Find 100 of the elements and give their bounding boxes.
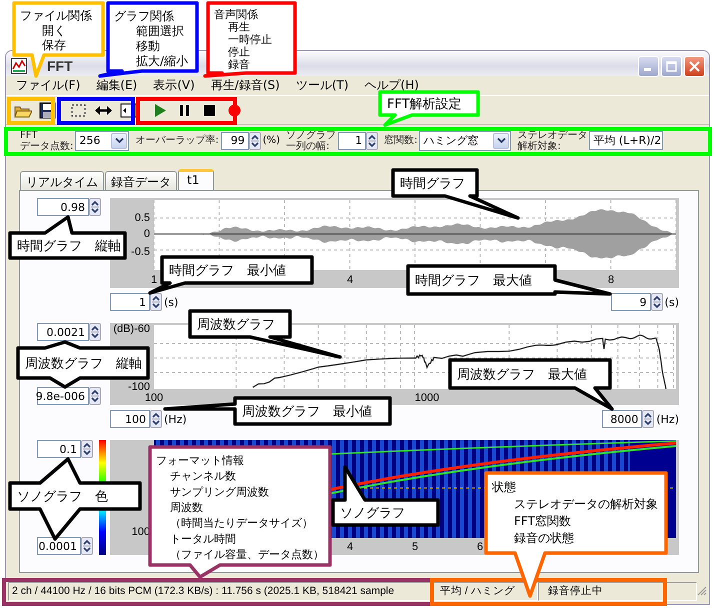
unit-label: (s)	[164, 296, 178, 308]
status-text: 2 ch / 44100 Hz / 16 bits PCM (172.3 KB/s) : 11.756 s (2025.1 KB, 518421 sample	[8, 582, 433, 600]
unit-label: (s)	[664, 296, 679, 308]
close-icon	[689, 60, 700, 72]
callout-text: 拡大/縮小	[136, 54, 188, 68]
spin-field[interactable]: 0.0001	[37, 537, 81, 555]
callout-text: チャンネル数	[170, 470, 236, 483]
spin-field[interactable]: 99	[220, 132, 249, 150]
callout-text: 一時停止	[228, 33, 272, 46]
axis-tick-label: 5	[412, 540, 418, 553]
axis-tick-label: 4	[346, 540, 354, 553]
status-text: 録音停止中	[538, 582, 697, 600]
callout-text: トータル時間	[170, 532, 236, 546]
spin-button[interactable]	[150, 410, 162, 428]
callout-text: 周波数グラフ 最小値	[242, 404, 372, 420]
axis-tick-label: 1	[150, 274, 158, 286]
spin-button[interactable]	[89, 198, 101, 216]
spin-button[interactable]	[89, 323, 101, 341]
app-icon	[11, 58, 27, 74]
spin-button[interactable]	[150, 293, 162, 311]
callout-text: FFT解析設定	[387, 97, 462, 112]
callout-text: ファイル関係	[20, 8, 92, 23]
spin-field[interactable]: 0.1	[37, 440, 81, 458]
chevron-down-icon	[496, 137, 506, 144]
tab[interactable]: リアルタイム	[20, 171, 104, 190]
callout-text: ステレオデータの解析対象	[514, 496, 658, 511]
callout-text: 停止	[228, 45, 250, 58]
callout-text: （時間当たりデータサイズ）	[170, 516, 313, 530]
callout-text: 時間グラフ 最小値	[169, 264, 286, 279]
resize-grip-icon[interactable]	[697, 586, 707, 596]
axis-tick-label: 8	[608, 274, 614, 286]
callout-text: 録音の状態	[514, 530, 574, 545]
menu-item[interactable]: ツール(T)	[288, 77, 357, 94]
unit-label: (%)	[262, 135, 280, 146]
spin-field[interactable]: 9	[610, 293, 651, 311]
callout-text: ソノグラフ	[340, 506, 405, 522]
field-label: ステレオデータ解析対象:	[517, 130, 588, 152]
spin-field[interactable]: 8000	[602, 410, 642, 428]
callout-text: 開く	[42, 23, 66, 38]
callout-text: グラフ関係	[114, 8, 174, 23]
callout-text: 周波数	[170, 501, 203, 514]
highlight-frame	[7, 97, 55, 125]
spin-field[interactable]: 1	[338, 132, 366, 150]
callout-text: 周波数グラフ 縦軸	[25, 356, 142, 372]
minimize-icon	[644, 68, 650, 70]
callout-text: 録音	[228, 58, 250, 71]
spin-button[interactable]	[366, 132, 378, 150]
callout-text: サンプリング周波数	[170, 485, 269, 498]
menu-item[interactable]: 表示(V)	[145, 77, 203, 94]
callout-text: フォーマット情報	[156, 454, 244, 467]
chevron-down-icon	[114, 137, 124, 144]
callout-text: 周波数グラフ	[197, 318, 275, 333]
callout-text: 時間グラフ	[400, 176, 465, 192]
unit-label: (Hz)	[656, 412, 679, 426]
menu-item[interactable]: ヘルプ(H)	[356, 77, 427, 94]
callout-text: 範囲選択	[136, 24, 184, 38]
spin-field[interactable]: 0.0021	[37, 323, 89, 341]
spin-button[interactable]	[248, 132, 261, 150]
callout-text: FFT窓関数	[514, 514, 571, 528]
axis-tick-label: 0.5	[134, 212, 150, 224]
window-title: FFT	[47, 58, 73, 74]
close-button[interactable]	[684, 56, 705, 76]
menu-item[interactable]: 再生/録音(S)	[202, 77, 288, 94]
dropdown-button[interactable]	[111, 132, 128, 148]
callout-text: 音声関係	[214, 8, 258, 22]
tab[interactable]: t1	[178, 169, 214, 190]
axis-tick-label: -0.5	[131, 246, 150, 258]
spin-button[interactable]	[81, 537, 93, 555]
spin-button[interactable]	[650, 293, 663, 311]
spin-field[interactable]: 9.8e-006	[37, 387, 89, 405]
axis-tick-label: 1000	[414, 392, 440, 404]
spin-field[interactable]: 0.98	[37, 198, 89, 216]
axis-tick-label: -100	[128, 380, 150, 393]
text-field[interactable]: 平均 (L+R)/2	[589, 131, 664, 150]
axis-tick-label: 0	[144, 228, 150, 240]
spin-field[interactable]: 100	[110, 410, 150, 428]
spin-field[interactable]: 1	[110, 293, 150, 311]
field-label: オーバーラップ率:	[135, 135, 219, 146]
axis-tick-label: 100	[144, 392, 164, 404]
callout-text: 時間グラフ 縦軸	[17, 239, 121, 254]
callout-text: 周波数グラフ 最大値	[457, 368, 587, 383]
callout-text: ソノグラフ 色	[17, 490, 108, 505]
unit-label: (Hz)	[164, 412, 187, 426]
maximize-icon	[666, 60, 677, 72]
callout-text: 保存	[42, 38, 66, 52]
dropdown-field[interactable]: 256	[75, 130, 130, 150]
field-label: FFT データ点数:	[20, 130, 74, 152]
spin-button[interactable]	[81, 440, 93, 458]
axis-tick-label: (dB)-60	[113, 323, 150, 335]
axis-tick-label: 4	[346, 274, 354, 286]
menu-item[interactable]: ファイル(F)	[8, 77, 88, 94]
dropdown-button[interactable]	[493, 132, 510, 148]
menu-item[interactable]: 編集(E)	[88, 77, 146, 94]
callout-text: 時間グラフ 最大値	[415, 274, 532, 289]
callout-text: 再生	[228, 20, 250, 34]
spin-button[interactable]	[642, 410, 654, 428]
axis-tick-label: 6	[476, 540, 484, 553]
spin-button[interactable]	[89, 387, 101, 405]
dropdown-field[interactable]: ハミング窓	[419, 130, 512, 150]
tab[interactable]: 録音データ	[105, 171, 177, 190]
